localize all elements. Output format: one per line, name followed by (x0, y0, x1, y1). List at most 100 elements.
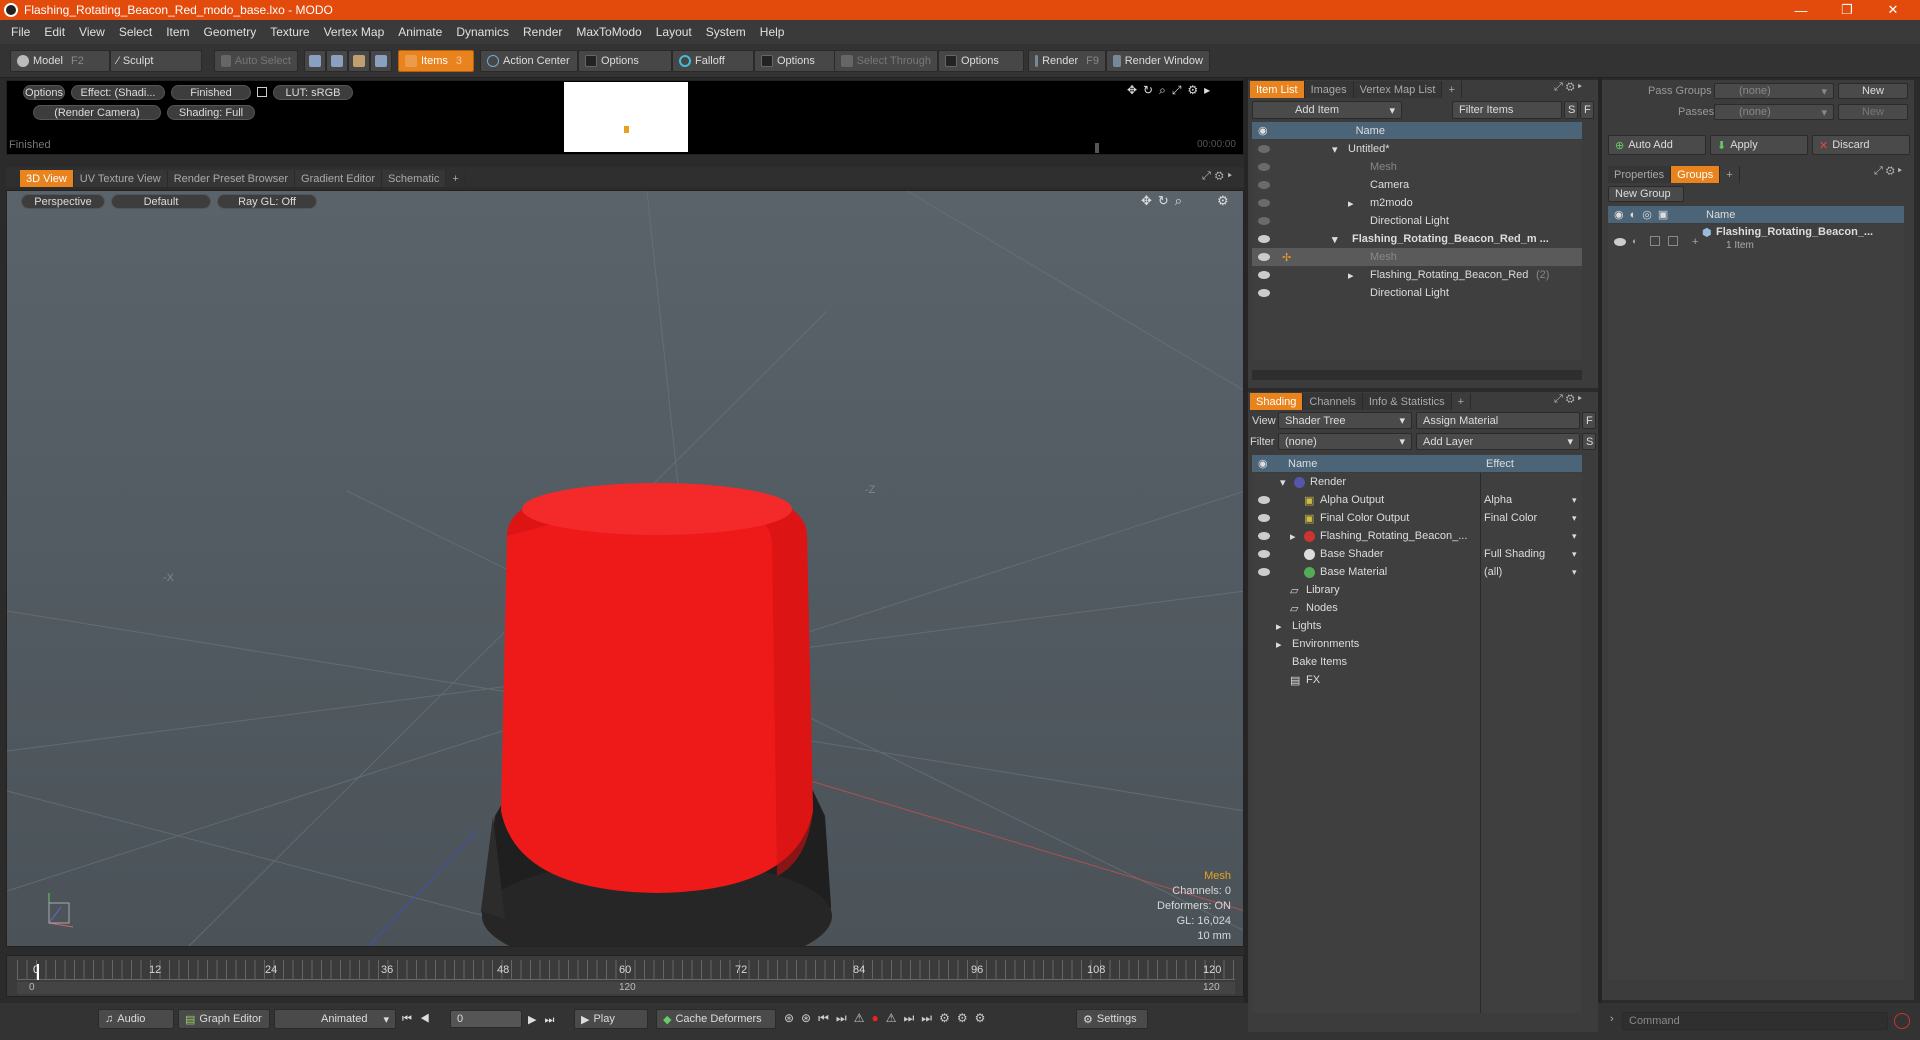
render-toggle-icon[interactable]: ◐ (1632, 236, 1637, 246)
menu-edit[interactable]: Edit (37, 25, 72, 39)
playhead[interactable] (37, 964, 39, 980)
shader-tree-row[interactable]: ▣ Alpha Output Alpha ▾ (1252, 491, 1582, 509)
shader-tree-row[interactable]: Base Material (all) ▾ (1252, 563, 1582, 581)
chevron-down-icon[interactable]: ▾ (1572, 495, 1577, 506)
eye-icon[interactable] (1258, 514, 1270, 522)
tab-channels[interactable]: Channels (1303, 393, 1363, 410)
item-list-panel-icons[interactable]: ⤢⚙▸ (1554, 81, 1585, 94)
list-item[interactable]: ▸ Flashing_Rotating_Beacon_Red (2) (1252, 266, 1582, 284)
eye-icon[interactable] (1258, 271, 1270, 279)
edges-mode-button[interactable] (326, 50, 348, 72)
chevron-down-icon[interactable]: ▾ (1572, 549, 1577, 560)
passes-dropdown[interactable]: (none) ▾ (1714, 104, 1834, 120)
viewport-settings-icon[interactable]: ⚙ (1217, 193, 1229, 209)
items-mode-button[interactable]: Items 3 (398, 50, 474, 72)
filter-dropdown[interactable]: (none) ▾ (1278, 433, 1412, 450)
list-item[interactable]: Directional Light (1252, 212, 1582, 230)
shader-tree-row[interactable]: ▱ Library (1252, 581, 1582, 599)
menu-geometry[interactable]: Geometry (197, 25, 264, 39)
command-input[interactable]: Command (1622, 1012, 1888, 1030)
add-tab-button[interactable]: + (1452, 393, 1472, 410)
eye-icon[interactable] (1258, 181, 1270, 189)
menu-render[interactable]: Render (516, 25, 569, 39)
view-dropdown[interactable]: Shader Tree ▾ (1278, 412, 1412, 429)
render-options-button[interactable]: Options (23, 85, 65, 100)
add-layer-dropdown[interactable]: Add Layer ▾ (1416, 433, 1580, 450)
action-center-button[interactable]: Action Center (480, 50, 578, 72)
add-tab-button[interactable]: + (446, 170, 466, 187)
render-preview-icons[interactable]: ✥↻⌕⤢⚙▸ (1127, 83, 1237, 97)
chevron-down-icon[interactable]: ▾ (1572, 567, 1577, 578)
select-through-button[interactable]: Select Through (834, 50, 938, 72)
auto-add-button[interactable]: ⊕ Auto Add (1608, 135, 1706, 155)
chevron-down-icon[interactable]: ▾ (1572, 513, 1577, 524)
shader-effect[interactable]: Full Shading (1484, 548, 1545, 560)
shader-tree-row[interactable]: ▸ Environments (1252, 635, 1582, 653)
add-tab-button[interactable]: + (1442, 81, 1462, 98)
transport-forward-icons[interactable]: ▶⏭ (528, 1013, 562, 1027)
shader-effect[interactable]: Final Color (1484, 512, 1537, 524)
eye-icon[interactable] (1258, 145, 1270, 153)
name-column-header[interactable]: Name (1706, 209, 1735, 221)
list-item-selected[interactable]: ✢ Mesh (1252, 248, 1582, 266)
shading-f-button[interactable]: F (1582, 412, 1596, 429)
tab-vertex-map-list[interactable]: Vertex Map List (1353, 81, 1443, 98)
name-column-header[interactable]: Name (1288, 458, 1317, 470)
list-item[interactable]: ▾ Flashing_Rotating_Beacon_Red_m ... (1252, 230, 1582, 248)
expand-arrow-icon[interactable]: ▾ (1332, 233, 1338, 246)
menu-vertex-map[interactable]: Vertex Map (317, 25, 392, 39)
expand-arrow-icon[interactable]: ▸ (1348, 269, 1354, 282)
expand-arrow-icon[interactable]: ▸ (1290, 530, 1296, 543)
shader-tree-row[interactable]: ▾ Render (1252, 473, 1582, 491)
select-through-options-button[interactable]: Options (938, 50, 1024, 72)
close-button[interactable]: ✕ (1870, 0, 1916, 20)
expand-plus-icon[interactable]: + (1692, 236, 1698, 248)
graph-editor-button[interactable]: ▤ Graph Editor (178, 1009, 270, 1029)
list-item[interactable]: ▸ m2modo (1252, 194, 1582, 212)
shading-panel-icons[interactable]: ⤢⚙▸ (1554, 393, 1585, 406)
shading-style-dropdown[interactable]: Default (111, 194, 211, 209)
eye-icon[interactable] (1258, 163, 1270, 171)
frame-input[interactable]: 0 (450, 1010, 522, 1028)
render-window-button[interactable]: Render Window (1106, 50, 1210, 72)
shader-tree-row[interactable]: ▸ Flashing_Rotating_Beacon_... ▾ (1252, 527, 1582, 545)
action-center-options-button[interactable]: Options (578, 50, 672, 72)
group-row[interactable]: ◐ + ⬢ Flashing_Rotating_Beacon_... 1 Ite… (1608, 226, 1904, 254)
menu-layout[interactable]: Layout (649, 25, 699, 39)
item-list-hscrollbar[interactable] (1252, 370, 1582, 380)
shader-effect[interactable]: (all) (1484, 566, 1502, 578)
transport-rewind-icons[interactable]: ⏮◀ (402, 1013, 438, 1026)
raygl-dropdown[interactable]: Ray GL: Off (217, 194, 317, 209)
menu-select[interactable]: Select (112, 25, 159, 39)
assign-material-button[interactable]: Assign Material (1416, 412, 1580, 429)
timeline[interactable]: 0 12 24 36 48 60 72 84 96 108 120 0 120 … (6, 955, 1244, 997)
eye-icon[interactable] (1258, 235, 1270, 243)
animated-dropdown[interactable]: Animated ▾ (274, 1009, 396, 1029)
new-pass-group-button[interactable]: New (1838, 83, 1908, 99)
audio-button[interactable]: ♫ Audio (98, 1009, 174, 1029)
menu-help[interactable]: Help (753, 25, 792, 39)
tab-images[interactable]: Images (1304, 81, 1354, 98)
minimize-button[interactable]: — (1778, 0, 1824, 20)
add-tab-button[interactable]: + (1720, 166, 1740, 183)
pass-groups-dropdown[interactable]: (none) ▾ (1714, 83, 1834, 99)
perspective-dropdown[interactable]: Perspective (21, 194, 105, 209)
chevron-down-icon[interactable]: ▾ (1572, 531, 1577, 542)
vertices-mode-button[interactable] (304, 50, 326, 72)
menu-system[interactable]: System (699, 25, 753, 39)
tab-render-preset-browser[interactable]: Render Preset Browser (167, 170, 296, 187)
select-toggle-icon[interactable] (1668, 236, 1678, 246)
shader-effect[interactable]: Alpha (1484, 494, 1512, 506)
eye-icon[interactable] (1258, 199, 1270, 207)
maximize-button[interactable]: ❐ (1824, 0, 1870, 20)
shader-tree-row[interactable]: Base Shader Full Shading ▾ (1252, 545, 1582, 563)
tab-uv-texture-view[interactable]: UV Texture View (73, 170, 168, 187)
materials-mode-button[interactable] (370, 50, 392, 72)
tab-gradient-editor[interactable]: Gradient Editor (295, 170, 382, 187)
sculpt-mode-button[interactable]: ⁄ Sculpt (110, 50, 202, 72)
falloff-button[interactable]: Falloff (672, 50, 754, 72)
render-camera-dropdown[interactable]: (Render Camera) (33, 105, 161, 120)
menu-file[interactable]: File (4, 25, 37, 39)
panel-splitter[interactable] (1244, 78, 1248, 1003)
eye-icon[interactable] (1258, 217, 1270, 225)
